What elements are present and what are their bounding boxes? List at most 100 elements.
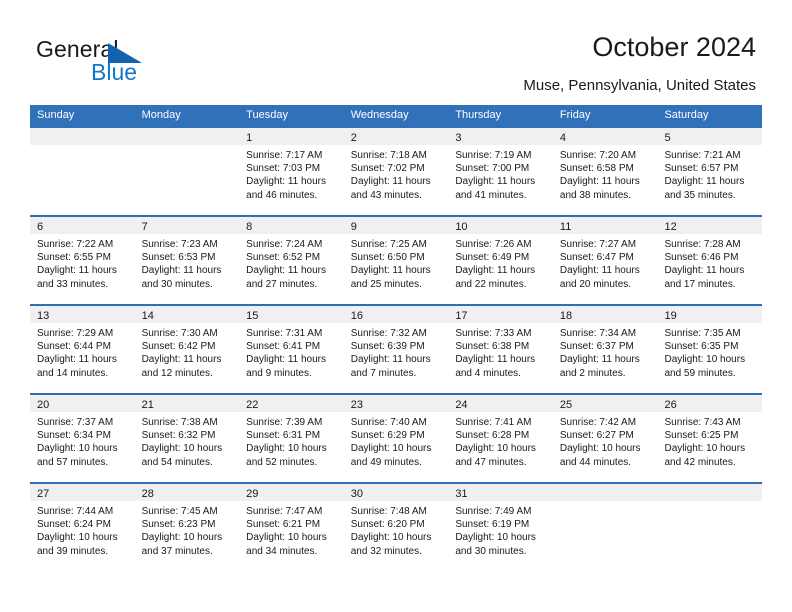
daylight-text: Daylight: 10 hours and 49 minutes. bbox=[350, 443, 432, 468]
sunset-text: Sunset: 6:31 PM bbox=[246, 430, 321, 442]
sunset-text: Sunset: 6:19 PM bbox=[455, 519, 530, 531]
daylight-text: Daylight: 11 hours and 14 minutes. bbox=[37, 354, 117, 379]
day-number: 1 bbox=[246, 132, 253, 144]
daylight-text: Daylight: 10 hours and 37 minutes. bbox=[141, 532, 223, 557]
day-cell-27[interactable]: 27 Sunrise: 7:44 AM Sunset: 6:24 PM Dayligh… bbox=[30, 482, 135, 571]
sunrise-text: Sunrise: 7:42 AM bbox=[559, 417, 637, 428]
day-number-band: 22 bbox=[239, 395, 344, 412]
calendar-week-row: 6 Sunrise: 7:22 AM Sunset: 6:55 PM Daylight… bbox=[30, 215, 763, 304]
sunrise-text: Sunrise: 7:23 AM bbox=[141, 239, 218, 250]
day-number-band: 8 bbox=[239, 217, 344, 234]
day-cell-1[interactable]: 1 Sunrise: 7:17 AM Sunset: 7:03 PM Daylight… bbox=[239, 126, 344, 215]
sunset-text: Sunset: 6:37 PM bbox=[559, 341, 634, 353]
day-sun-info: Sunrise: 7:30 AM Sunset: 6:42 PM Daylight:… bbox=[135, 323, 240, 380]
day-sun-info: Sunrise: 7:44 AM Sunset: 6:24 PM Daylight:… bbox=[30, 501, 135, 558]
sunrise-text: Sunrise: 7:48 AM bbox=[350, 506, 427, 517]
daylight-text: Daylight: 10 hours and 54 minutes. bbox=[141, 443, 223, 468]
sunrise-text: Sunrise: 7:33 AM bbox=[455, 328, 532, 339]
day-cell-4[interactable]: 4 Sunrise: 7:20 AM Sunset: 6:58 PM Daylight… bbox=[552, 126, 658, 215]
day-cell-3[interactable]: 3 Sunrise: 7:19 AM Sunset: 7:00 PM Daylight… bbox=[448, 126, 553, 215]
day-cell-7[interactable]: 7 Sunrise: 7:23 AM Sunset: 6:53 PM Daylight… bbox=[134, 215, 240, 304]
sunrise-text: Sunrise: 7:34 AM bbox=[559, 328, 637, 339]
day-sun-info: Sunrise: 7:41 AM Sunset: 6:28 PM Daylight:… bbox=[448, 412, 553, 469]
day-number: 20 bbox=[37, 399, 50, 411]
day-number-band: 7 bbox=[134, 217, 240, 234]
day-cell-19[interactable]: 19 Sunrise: 7:35 AM Sunset: 6:35 PM Dayligh… bbox=[657, 304, 763, 393]
day-sun-info: Sunrise: 7:18 AM Sunset: 7:02 PM Daylight:… bbox=[344, 145, 449, 202]
day-sun-info: Sunrise: 7:33 AM Sunset: 6:38 PM Daylight:… bbox=[448, 323, 553, 380]
day-cell-13[interactable]: 13 Sunrise: 7:29 AM Sunset: 6:44 PM Dayligh… bbox=[30, 304, 135, 393]
page-header: General Blue October 2024 Muse, Pennsylv… bbox=[0, 0, 792, 102]
day-number-band: 12 bbox=[657, 217, 763, 234]
day-number-band bbox=[30, 128, 135, 145]
sunset-text: Sunset: 6:53 PM bbox=[141, 252, 216, 264]
day-number: 28 bbox=[141, 488, 154, 500]
day-sun-info: Sunrise: 7:25 AM Sunset: 6:50 PM Daylight:… bbox=[344, 234, 449, 291]
day-cell-23[interactable]: 23 Sunrise: 7:40 AM Sunset: 6:29 PM Dayligh… bbox=[343, 393, 449, 482]
sunset-text: Sunset: 6:29 PM bbox=[350, 430, 425, 442]
day-number-band: 6 bbox=[30, 217, 135, 234]
general-blue-logo[interactable]: General Blue bbox=[36, 36, 216, 90]
sunset-text: Sunset: 6:20 PM bbox=[350, 519, 425, 531]
day-cell-26[interactable]: 26 Sunrise: 7:43 AM Sunset: 6:25 PM Dayligh… bbox=[657, 393, 763, 482]
day-cell-25[interactable]: 25 Sunrise: 7:42 AM Sunset: 6:27 PM Dayligh… bbox=[552, 393, 658, 482]
day-cell-2[interactable]: 2 Sunrise: 7:18 AM Sunset: 7:02 PM Daylight… bbox=[343, 126, 449, 215]
day-cell-empty bbox=[552, 482, 658, 571]
day-number: 31 bbox=[455, 488, 468, 500]
day-number: 4 bbox=[559, 132, 567, 144]
day-cell-30[interactable]: 30 Sunrise: 7:48 AM Sunset: 6:20 PM Dayligh… bbox=[343, 482, 449, 571]
day-cell-11[interactable]: 11 Sunrise: 7:27 AM Sunset: 6:47 PM Dayligh… bbox=[552, 215, 658, 304]
daylight-text: Daylight: 11 hours and 20 minutes. bbox=[559, 265, 640, 290]
sunset-text: Sunset: 6:42 PM bbox=[141, 341, 216, 353]
day-sun-info: Sunrise: 7:31 AM Sunset: 6:41 PM Daylight:… bbox=[239, 323, 344, 380]
daylight-text: Daylight: 10 hours and 47 minutes. bbox=[455, 443, 536, 468]
day-sun-info: Sunrise: 7:35 AM Sunset: 6:35 PM Daylight:… bbox=[657, 323, 762, 380]
day-cell-6[interactable]: 6 Sunrise: 7:22 AM Sunset: 6:55 PM Daylight… bbox=[30, 215, 135, 304]
day-cell-28[interactable]: 28 Sunrise: 7:45 AM Sunset: 6:23 PM Dayligh… bbox=[134, 482, 240, 571]
day-cell-22[interactable]: 22 Sunrise: 7:39 AM Sunset: 6:31 PM Dayligh… bbox=[239, 393, 344, 482]
sunset-text: Sunset: 6:58 PM bbox=[559, 163, 634, 175]
day-number: 25 bbox=[559, 399, 573, 411]
daylight-text: Daylight: 11 hours and 38 minutes. bbox=[559, 176, 640, 201]
daylight-text: Daylight: 11 hours and 25 minutes. bbox=[350, 265, 431, 290]
day-number: 12 bbox=[664, 221, 677, 233]
sunset-text: Sunset: 6:28 PM bbox=[455, 430, 530, 442]
sunrise-text: Sunrise: 7:28 AM bbox=[664, 239, 741, 250]
day-cell-31[interactable]: 31 Sunrise: 7:49 AM Sunset: 6:19 PM Dayligh… bbox=[448, 482, 553, 571]
day-cell-8[interactable]: 8 Sunrise: 7:24 AM Sunset: 6:52 PM Daylight… bbox=[239, 215, 344, 304]
day-cell-24[interactable]: 24 Sunrise: 7:41 AM Sunset: 6:28 PM Dayligh… bbox=[448, 393, 553, 482]
day-number: 26 bbox=[664, 399, 677, 411]
weekday-header-monday: Monday bbox=[141, 109, 181, 121]
day-cell-10[interactable]: 10 Sunrise: 7:26 AM Sunset: 6:49 PM Dayligh… bbox=[448, 215, 553, 304]
daylight-text: Daylight: 11 hours and 46 minutes. bbox=[246, 176, 327, 201]
day-cell-21[interactable]: 21 Sunrise: 7:38 AM Sunset: 6:32 PM Dayligh… bbox=[134, 393, 240, 482]
sunset-text: Sunset: 6:57 PM bbox=[664, 163, 739, 175]
day-sun-info: Sunrise: 7:42 AM Sunset: 6:27 PM Daylight:… bbox=[553, 412, 658, 469]
day-cell-5[interactable]: 5 Sunrise: 7:21 AM Sunset: 6:57 PM Daylight… bbox=[657, 126, 763, 215]
daylight-text: Daylight: 11 hours and 7 minutes. bbox=[350, 354, 431, 379]
day-cell-18[interactable]: 18 Sunrise: 7:34 AM Sunset: 6:37 PM Dayligh… bbox=[552, 304, 658, 393]
day-number: 22 bbox=[246, 399, 259, 411]
calendar-grid: Sunday Monday Tuesday Wednesday Thursday Frid… bbox=[30, 105, 763, 571]
day-cell-16[interactable]: 16 Sunrise: 7:32 AM Sunset: 6:39 PM Dayligh… bbox=[343, 304, 449, 393]
day-number-band: 24 bbox=[448, 395, 553, 412]
day-cell-14[interactable]: 14 Sunrise: 7:30 AM Sunset: 6:42 PM Dayligh… bbox=[134, 304, 240, 393]
day-number: 14 bbox=[141, 310, 154, 322]
sunrise-text: Sunrise: 7:44 AM bbox=[37, 506, 114, 517]
day-cell-15[interactable]: 15 Sunrise: 7:31 AM Sunset: 6:41 PM Dayligh… bbox=[239, 304, 344, 393]
sunset-text: Sunset: 6:46 PM bbox=[664, 252, 739, 264]
day-cell-12[interactable]: 12 Sunrise: 7:28 AM Sunset: 6:46 PM Dayligh… bbox=[657, 215, 763, 304]
day-sun-info: Sunrise: 7:23 AM Sunset: 6:53 PM Daylight:… bbox=[135, 234, 240, 291]
day-number-band: 20 bbox=[30, 395, 135, 412]
day-cell-20[interactable]: 20 Sunrise: 7:37 AM Sunset: 6:34 PM Dayligh… bbox=[30, 393, 135, 482]
day-number-band: 3 bbox=[448, 128, 553, 145]
daylight-text: Daylight: 11 hours and 17 minutes. bbox=[664, 265, 745, 290]
day-number-band: 21 bbox=[134, 395, 240, 412]
day-cell-17[interactable]: 17 Sunrise: 7:33 AM Sunset: 6:38 PM Dayligh… bbox=[448, 304, 553, 393]
sunrise-text: Sunrise: 7:27 AM bbox=[559, 239, 637, 250]
day-number-band: 17 bbox=[448, 306, 553, 323]
day-cell-9[interactable]: 9 Sunrise: 7:25 AM Sunset: 6:50 PM Daylight… bbox=[343, 215, 449, 304]
day-sun-info: Sunrise: 7:29 AM Sunset: 6:44 PM Daylight:… bbox=[30, 323, 135, 380]
day-cell-29[interactable]: 29 Sunrise: 7:47 AM Sunset: 6:21 PM Dayligh… bbox=[239, 482, 344, 571]
day-number-band: 31 bbox=[448, 484, 553, 501]
